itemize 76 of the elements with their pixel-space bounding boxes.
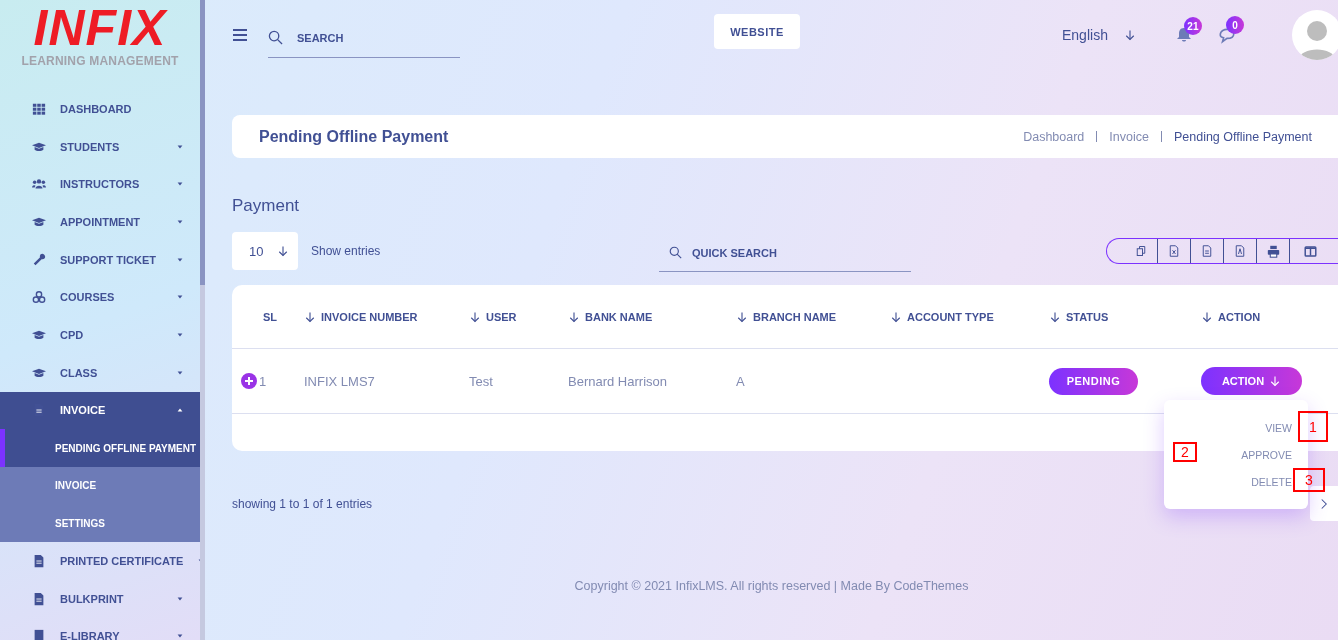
sidebar-item[interactable]: CPD — [0, 316, 200, 354]
message-badge: 0 — [1225, 16, 1244, 34]
quick-search-field[interactable]: QUICK SEARCH — [692, 246, 832, 259]
table-cell-text: A — [736, 373, 746, 389]
cubes-icon — [32, 290, 46, 305]
sidebar-item[interactable]: STUDENTS — [0, 127, 200, 166]
menu-icon — [232, 27, 248, 43]
annotation-marker: 2 — [1173, 442, 1197, 462]
grid-icon — [32, 101, 46, 116]
sidebar-item[interactable]: INVOICE — [0, 391, 200, 430]
column-header[interactable]: STATUS — [1049, 310, 1201, 323]
sidebar-item[interactable]: APPOINTMENT — [0, 203, 200, 241]
logo-subtitle: LEARNING MANAGEMENT — [21, 54, 179, 68]
columns-icon — [1303, 244, 1317, 258]
printer-icon — [1266, 244, 1280, 258]
notification-badge: 21 — [1183, 17, 1202, 35]
arrow-down-icon — [1123, 29, 1136, 41]
column-header[interactable]: SL — [263, 310, 304, 323]
arrow-down-icon — [1269, 375, 1282, 387]
wrench-icon — [32, 252, 46, 267]
search-icon — [669, 246, 682, 259]
website-button[interactable]: WEBSITE — [714, 14, 800, 49]
table-cell-text: Test — [469, 373, 494, 389]
column-header[interactable]: ACTION — [1201, 310, 1338, 323]
action-button[interactable]: ACTION — [1201, 367, 1302, 395]
sort-arrow-icon — [736, 310, 748, 323]
search-icon — [268, 30, 283, 45]
menu-item[interactable]: APPROVE — [1241, 441, 1308, 468]
sort-arrow-icon — [890, 310, 902, 323]
sort-arrow-icon — [568, 310, 580, 323]
table-cell: 1 — [259, 373, 267, 389]
copyright-text: Copyright © 2021 InfixLMS. All rights reserved | Made By CodeThemes — [573, 579, 970, 593]
entries-info: showing 1 to 1 of 1 entries — [232, 496, 373, 511]
pdf-file-icon — [1234, 245, 1246, 257]
sort-arrow-icon — [1201, 310, 1213, 323]
page-title: Pending Offline Payment — [259, 127, 450, 146]
sidebar-subitem[interactable]: INVOICE — [0, 466, 200, 505]
table-cell-text: Bernard Harrison — [568, 373, 668, 389]
breadcrumb-link[interactable]: Dashboard — [1023, 129, 1085, 144]
document-icon — [32, 554, 46, 569]
sidebar-subitem[interactable]: SETTINGS — [0, 504, 200, 543]
language-selector[interactable]: English — [1062, 27, 1108, 43]
column-header[interactable]: ACCOUNT TYPE — [890, 310, 1049, 323]
sidebar-subitem[interactable]: PENDING OFFLINE PAYMENT — [0, 429, 200, 467]
book-icon — [32, 629, 46, 640]
status-badge: PENDING — [1049, 367, 1138, 395]
excel-file-icon — [1168, 245, 1180, 257]
sidebar-item[interactable]: BULKPRINT — [0, 579, 200, 618]
search-field[interactable]: SEARCH — [297, 31, 437, 44]
table-cell-text: INFIX LMS7 — [304, 373, 376, 389]
document-icon — [32, 591, 46, 606]
sidebar-item[interactable]: COURSES — [0, 278, 200, 317]
sidebar-item[interactable]: DASHBOARD — [0, 90, 200, 128]
sidebar-item[interactable]: CLASS — [0, 353, 200, 392]
column-header[interactable]: INVOICE NUMBER — [304, 310, 469, 323]
sidebar-item[interactable]: E-LIBRARY — [0, 617, 200, 640]
sort-arrow-icon — [469, 310, 481, 323]
column-header[interactable]: BRANCH NAME — [736, 310, 890, 323]
column-header[interactable]: USER — [469, 310, 568, 323]
sort-arrow-icon — [304, 310, 316, 323]
annotation-marker: 3 — [1293, 468, 1325, 492]
expand-plus-icon — [241, 373, 257, 389]
sidebar-item[interactable]: SUPPORT TICKET — [0, 240, 200, 279]
show-entries-label: Show entries — [311, 244, 382, 258]
sidebar-item[interactable]: INSTRUCTORS — [0, 165, 200, 204]
sort-arrow-icon — [1049, 310, 1061, 323]
next-page-button[interactable] — [1310, 486, 1338, 521]
section-title: Payment — [232, 196, 301, 217]
annotation-marker: 1 — [1298, 411, 1328, 442]
breadcrumb-link[interactable]: Invoice — [1109, 129, 1149, 144]
copy-icon — [1135, 245, 1147, 257]
text-file-icon — [1201, 245, 1213, 257]
logo-title: INFIX — [33, 2, 167, 54]
page-length-select[interactable]: 10 — [232, 232, 298, 270]
arrow-down-icon — [277, 245, 289, 257]
column-header[interactable]: BANK NAME — [568, 310, 736, 323]
